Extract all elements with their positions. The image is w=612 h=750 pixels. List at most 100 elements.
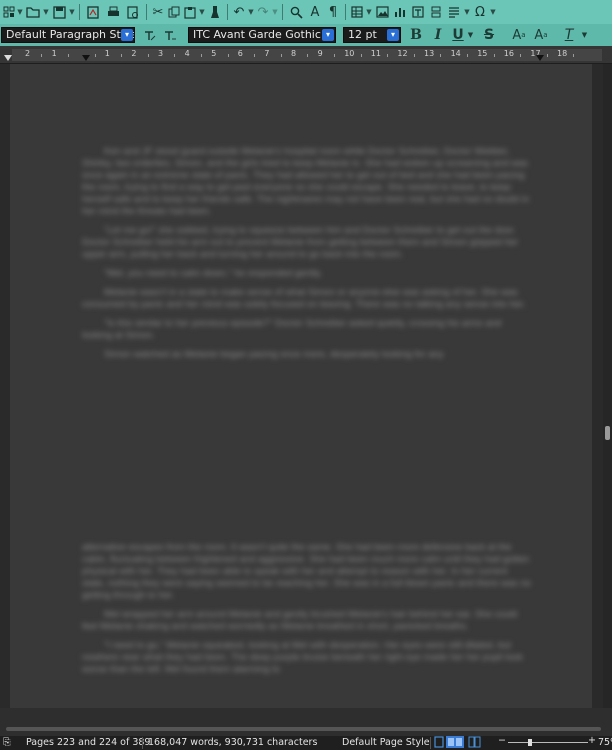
multi-page-view-icon[interactable] xyxy=(446,736,464,750)
bold-button[interactable]: B xyxy=(407,26,425,44)
text-box-icon[interactable] xyxy=(409,2,427,22)
left-indent-marker[interactable] xyxy=(82,55,90,61)
page-223-text[interactable]: Ken and JF stood guard outside Melanie's… xyxy=(82,146,532,368)
copy-icon[interactable] xyxy=(166,2,182,22)
cut-icon[interactable]: ✂ xyxy=(150,2,166,22)
new-style-icon[interactable] xyxy=(160,26,178,44)
chevron-down-icon[interactable]: ▼ xyxy=(489,2,497,22)
ruler-number: 3 xyxy=(158,49,164,58)
paragraph[interactable]: alternative escapes from the room. It wa… xyxy=(82,542,532,602)
tab-type-icon[interactable] xyxy=(4,55,12,61)
save-icon[interactable] xyxy=(50,2,68,22)
chevron-down-icon[interactable]: ▾ xyxy=(121,29,133,41)
chevron-down-icon[interactable]: ▼ xyxy=(463,2,471,22)
paragraph[interactable]: Ken and JF stood guard outside Melanie's… xyxy=(82,146,532,218)
chart-icon[interactable] xyxy=(391,2,409,22)
paragraph[interactable]: Mel wrapped her arm around Melanie and g… xyxy=(82,609,532,633)
paragraph[interactable]: "Is this similar to her previous episode… xyxy=(82,318,532,342)
ruler-number: 16 xyxy=(503,49,514,58)
subscript-button[interactable]: Aa xyxy=(532,26,550,44)
chevron-down-icon[interactable]: ▼ xyxy=(198,2,206,22)
horizontal-scrollbar[interactable] xyxy=(6,727,601,731)
ruler-tick xyxy=(493,54,495,57)
table-icon[interactable] xyxy=(349,2,365,22)
field-icon[interactable] xyxy=(445,2,463,22)
zoom-in-icon[interactable]: + xyxy=(588,735,596,746)
status-separator xyxy=(430,737,431,749)
ruler-number: 11 xyxy=(370,49,381,58)
page-style[interactable]: Default Page Style xyxy=(342,737,430,748)
document-area[interactable]: Ken and JF stood guard outside Melanie's… xyxy=(0,64,603,708)
redo-icon[interactable]: ↷ xyxy=(255,2,271,22)
new-icon[interactable] xyxy=(2,2,16,22)
undo-icon[interactable]: ↶ xyxy=(231,2,247,22)
print-preview-icon[interactable] xyxy=(123,2,143,22)
paragraph-style-value: Default Paragraph Style xyxy=(6,28,135,41)
zoom-level[interactable]: 75% xyxy=(598,737,612,748)
clone-icon[interactable] xyxy=(206,2,224,22)
special-character-icon[interactable]: Ω xyxy=(471,2,489,22)
print-icon[interactable] xyxy=(103,2,123,22)
ruler-tick xyxy=(200,54,202,57)
italic-button[interactable]: I xyxy=(430,26,446,44)
vertical-scrollbar[interactable] xyxy=(603,64,612,708)
chevron-down-icon[interactable]: ▾ xyxy=(387,29,399,41)
paragraph[interactable]: "Let me go!" she sobbed, trying to squee… xyxy=(82,225,532,261)
chevron-down-icon[interactable]: ▼ xyxy=(365,2,373,22)
scrollbar-thumb[interactable] xyxy=(605,426,610,440)
page-224-text[interactable]: alternative escapes from the room. It wa… xyxy=(82,542,532,683)
chevron-down-icon[interactable]: ▼ xyxy=(42,2,50,22)
underline-button[interactable]: U xyxy=(450,26,466,44)
clear-formatting-button[interactable]: T xyxy=(560,26,578,44)
chevron-down-icon[interactable]: ▼ xyxy=(247,2,255,22)
page-count[interactable]: Pages 223 and 224 of 389 xyxy=(26,737,150,748)
update-style-icon[interactable] xyxy=(140,26,158,44)
paragraph[interactable]: "I need to go," Melanie squeaked, lookin… xyxy=(82,640,532,676)
chevron-down-icon[interactable]: ▾ xyxy=(322,29,334,41)
chevron-down-icon[interactable]: ▼ xyxy=(16,2,24,22)
font-name-select[interactable]: ITC Avant Garde Gothic ▾ xyxy=(188,27,336,43)
export-pdf-icon[interactable] xyxy=(83,2,103,22)
font-size-select[interactable]: 12 pt ▾ xyxy=(343,27,401,43)
page-224[interactable]: alternative escapes from the room. It wa… xyxy=(10,462,592,708)
ruler-tick xyxy=(121,54,123,57)
paragraph[interactable]: Melanie wasn't in a state to make sense … xyxy=(82,287,532,311)
ruler-tick xyxy=(333,54,335,57)
horizontal-ruler[interactable]: 2 1 1 2 3 4 5 6 7 8 9 10 11 12 13 14 15 16 17 18 xyxy=(0,46,612,64)
toolbar-separator xyxy=(79,4,80,20)
page-break-icon[interactable] xyxy=(427,2,445,22)
image-icon[interactable] xyxy=(373,2,391,22)
book-view-icon[interactable] xyxy=(468,736,482,750)
ruler-number: 5 xyxy=(211,49,217,58)
ruler-number: 15 xyxy=(477,49,488,58)
chevron-down-icon[interactable]: ▼ xyxy=(580,26,589,44)
formatting-marks-icon[interactable]: ¶ xyxy=(324,2,342,22)
superscript-button[interactable]: Aa xyxy=(510,26,528,44)
strikethrough-button[interactable]: S xyxy=(480,26,498,44)
subscript-label: A xyxy=(534,27,544,43)
ruler-number: 14 xyxy=(450,49,461,58)
writer-window: ▼ ▼ ▼ ✂ ▼ ↶ ▼ ↷ ▼ A ¶ ▼ ▼ Ω ▼ Default Pa… xyxy=(0,0,612,750)
toolbar-separator xyxy=(345,4,346,20)
page-223[interactable]: Ken and JF stood guard outside Melanie's… xyxy=(10,64,592,512)
ruler-tick xyxy=(174,54,176,57)
font-name-value: ITC Avant Garde Gothic xyxy=(193,28,321,41)
spelling-icon[interactable]: A xyxy=(306,2,324,22)
zoom-out-icon[interactable]: − xyxy=(498,735,506,746)
chevron-down-icon[interactable]: ▼ xyxy=(68,2,76,22)
paragraph[interactable]: Simon watched as Melanie began pacing on… xyxy=(82,349,532,361)
paragraph-style-select[interactable]: Default Paragraph Style ▾ xyxy=(1,27,135,43)
find-icon[interactable] xyxy=(286,2,306,22)
paragraph[interactable]: "Mel, you need to calm down," he respond… xyxy=(82,268,532,280)
ruler-number: 12 xyxy=(397,49,408,58)
ruler-number: 1 xyxy=(104,49,110,58)
paste-icon[interactable] xyxy=(182,2,198,22)
chevron-down-icon[interactable]: ▼ xyxy=(466,26,475,44)
open-icon[interactable] xyxy=(24,2,42,22)
zoom-slider-knob[interactable] xyxy=(528,739,532,746)
right-indent-marker[interactable] xyxy=(536,55,544,61)
zoom-slider[interactable] xyxy=(508,742,588,743)
word-count[interactable]: 168,047 words, 930,731 characters xyxy=(148,737,317,748)
single-page-view-icon[interactable] xyxy=(434,736,444,750)
chevron-down-icon[interactable]: ▼ xyxy=(271,2,279,22)
